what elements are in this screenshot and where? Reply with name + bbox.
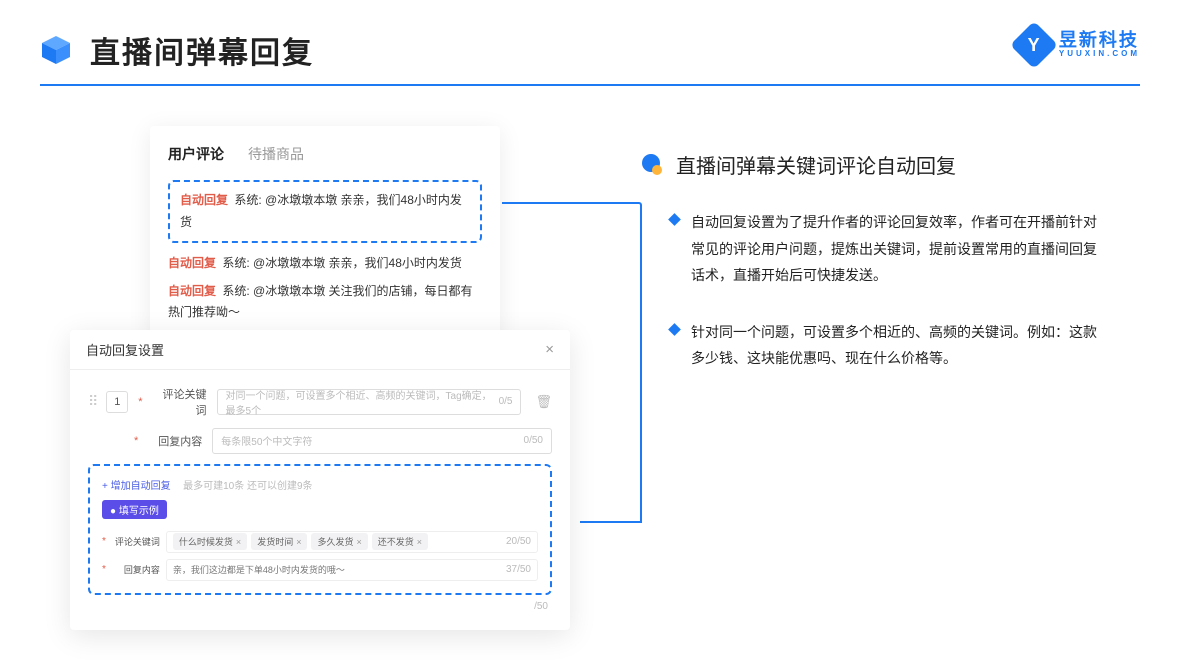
page-header: 直播间弹幕回复 Y 昱新科技 YUUXIN.COM [0, 0, 1180, 72]
auto-reply-badge: 自动回复 [180, 193, 228, 207]
keyword-input[interactable]: 对同一个问题，可设置多个相近、高频的关键词，Tag确定，最多5个 0/5 [217, 389, 522, 415]
close-icon[interactable]: × [545, 341, 554, 358]
reply-label: 回复内容 [112, 563, 160, 576]
logo-text-cn: 昱新科技 [1059, 31, 1140, 50]
comments-card: 用户评论 待播商品 自动回复 系统: @冰墩墩本墩 亲亲，我们48小时内发货 自… [150, 126, 500, 342]
keyword-label: 评论关键词 [153, 386, 207, 418]
page-title: 直播间弹幕回复 [90, 28, 314, 72]
add-auto-reply-link[interactable]: + 增加自动回复 [102, 481, 171, 492]
connector-line [580, 521, 642, 523]
reply-input[interactable]: 每条限50个中文字符 0/50 [212, 428, 552, 454]
bullet-text: 针对同一个问题，可设置多个相近的、高频的关键词。例如：这款多少钱、这块能优惠吗、… [691, 319, 1110, 372]
comment-text: 系统: @冰墩墩本墩 亲亲，我们48小时内发货 [222, 256, 462, 270]
brand-logo: Y 昱新科技 YUUXIN.COM [1017, 28, 1140, 62]
keyword-label: 评论关键词 [112, 535, 160, 548]
example-keyword-input[interactable]: 什么时候发货× 发货时间× 多久发货× 还不发货× 20/50 [166, 531, 538, 553]
auto-reply-settings-modal: 自动回复设置 × ⠿ 1 * 评论关键词 对同一个问题，可设置多个相近、高频的关… [70, 330, 570, 630]
reply-label: 回复内容 [148, 433, 202, 449]
required-star: * [102, 564, 106, 575]
diamond-bullet-icon [668, 323, 681, 336]
delete-icon[interactable]: 🗑 [535, 394, 552, 410]
chat-bubble-icon [640, 153, 664, 177]
add-hint: 最多可建10条 还可以创建9条 [183, 481, 312, 492]
logo-text-en: YUUXIN.COM [1059, 50, 1140, 58]
bullet-item: 针对同一个问题，可设置多个相近的、高频的关键词。例如：这款多少钱、这块能优惠吗、… [640, 319, 1140, 372]
bullet-text: 自动回复设置为了提升作者的评论回复效率，作者可在开播前针对常见的评论用户问题，提… [691, 209, 1110, 289]
section-title: 直播间弹幕关键词评论自动回复 [676, 150, 956, 179]
keyword-chip: 什么时候发货× [173, 533, 247, 550]
highlighted-comment: 自动回复 系统: @冰墩墩本墩 亲亲，我们48小时内发货 [168, 180, 482, 243]
comment-row: 自动回复 系统: @冰墩墩本墩 亲亲，我们48小时内发货 [168, 253, 482, 275]
example-group: + 增加自动回复 最多可建10条 还可以创建9条 ● 填写示例 * 评论关键词 … [88, 464, 552, 595]
tab-user-comments[interactable]: 用户评论 [168, 144, 224, 164]
tab-pending-goods[interactable]: 待播商品 [248, 144, 304, 164]
drag-handle-icon[interactable]: ⠿ [88, 393, 96, 410]
auto-reply-badge: 自动回复 [168, 256, 216, 270]
keyword-chip: 发货时间× [251, 533, 307, 550]
row-index: 1 [106, 391, 128, 413]
bottom-counter: /50 [88, 601, 552, 612]
logo-badge-icon: Y [1010, 21, 1058, 69]
modal-title: 自动回复设置 [86, 340, 164, 359]
required-star: * [102, 536, 106, 547]
required-star: * [134, 435, 138, 447]
auto-reply-badge: 自动回复 [168, 284, 216, 298]
example-badge: ● 填写示例 [102, 500, 167, 519]
section-header: 直播间弹幕关键词评论自动回复 [640, 150, 1140, 179]
comment-row: 自动回复 系统: @冰墩墩本墩 关注我们的店铺，每日都有热门推荐呦～ [168, 281, 482, 324]
cube-icon [40, 34, 72, 66]
example-reply-input[interactable]: 亲，我们这边都是下单48小时内发货的哦～ 37/50 [166, 559, 538, 581]
keyword-chip: 还不发货× [372, 533, 428, 550]
required-star: * [138, 396, 142, 408]
diamond-bullet-icon [668, 213, 681, 226]
bullet-item: 自动回复设置为了提升作者的评论回复效率，作者可在开播前针对常见的评论用户问题，提… [640, 209, 1140, 289]
keyword-chip: 多久发货× [311, 533, 367, 550]
